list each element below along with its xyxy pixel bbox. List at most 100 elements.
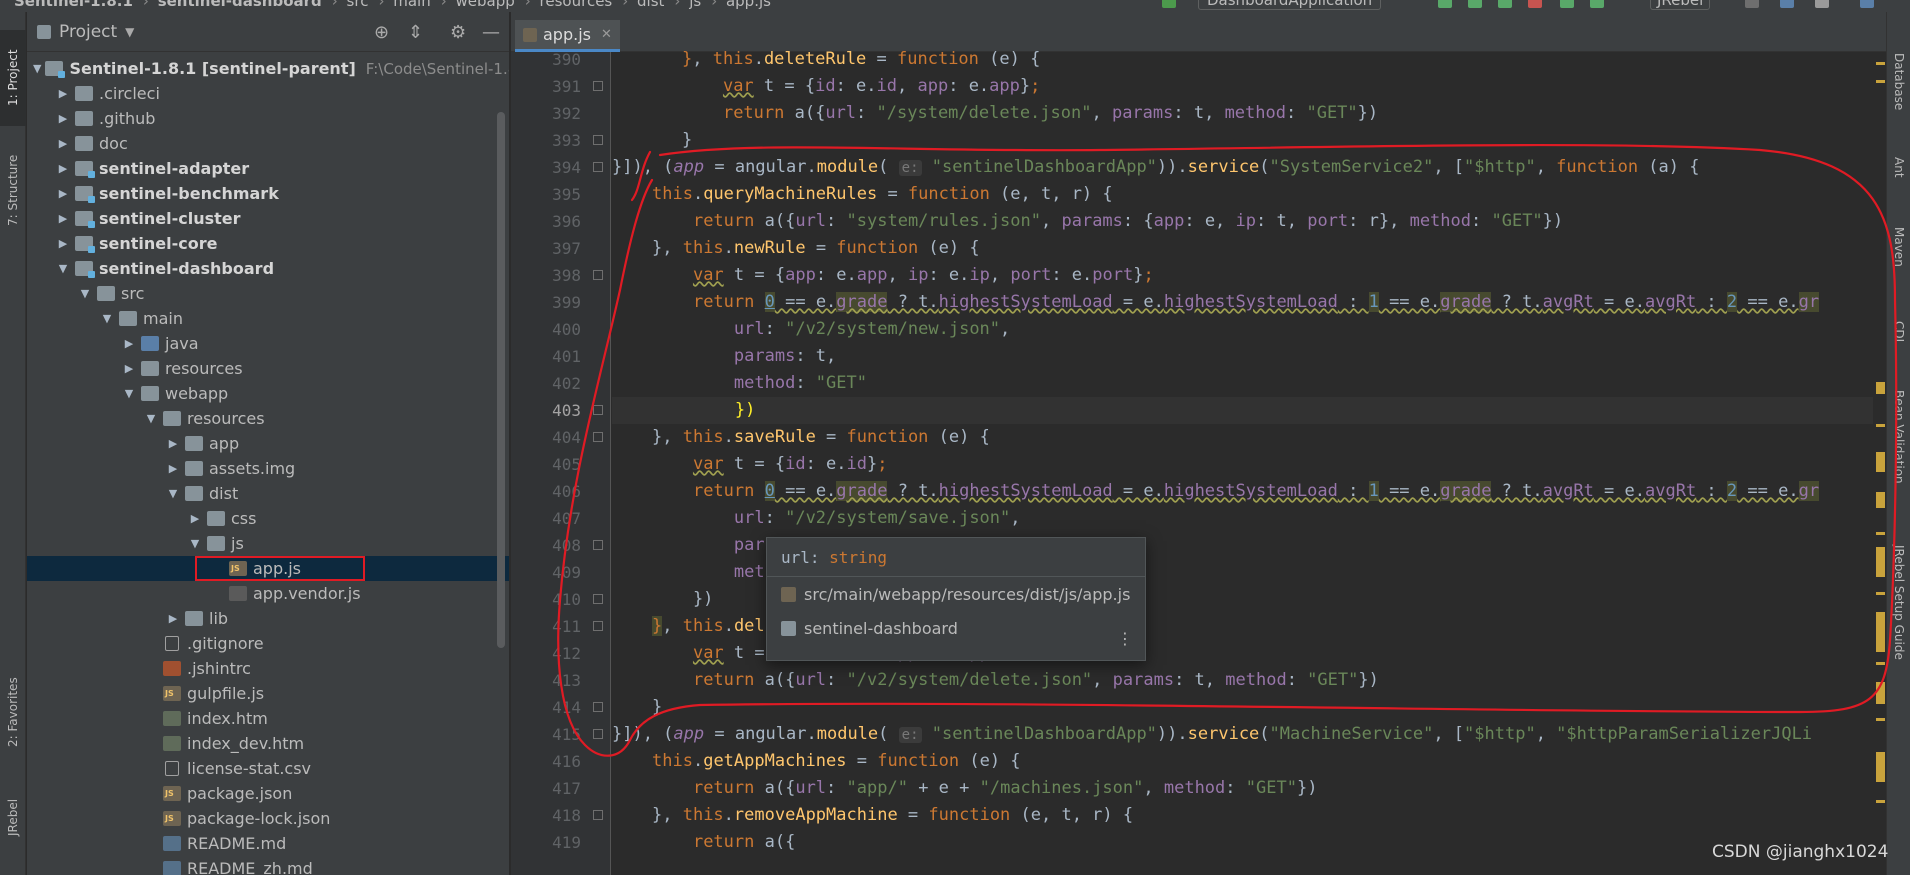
layout-icon[interactable] [1815,0,1829,8]
breadcrumb-item[interactable]: app.js [726,0,771,10]
tab-project-tool[interactable]: 1: Project [0,30,26,126]
tab-structure-tool[interactable]: 7: Structure [0,140,26,240]
tree-item[interactable]: .jshintrc [27,656,509,681]
gear-icon[interactable]: ⚙ [450,22,466,43]
chevron-right-icon[interactable]: ▶ [55,87,71,100]
fold-marker-icon[interactable] [593,729,603,739]
line-number[interactable]: 403 [511,397,581,424]
tree-item[interactable]: license-stat.csv [27,756,509,781]
tree-item[interactable]: ▶ java [27,331,509,356]
line-number[interactable]: 398 [511,262,581,289]
tree-scrollbar[interactable] [497,112,505,648]
tree-item[interactable]: README.md [27,831,509,856]
line-number[interactable]: 394 [511,154,581,181]
tab-maven-tool[interactable]: Maven [1887,217,1910,277]
tab-ant-tool[interactable]: Ant [1887,147,1910,187]
line-number[interactable]: 409 [511,559,581,586]
line-number[interactable]: 391 [511,73,581,100]
line-number[interactable]: 418 [511,802,581,829]
tree-item[interactable]: ▼ main [27,306,509,331]
line-number[interactable]: 396 [511,208,581,235]
hide-icon[interactable]: — [482,22,500,43]
tree-item[interactable]: .gitignore [27,631,509,656]
tree-item[interactable]: ▶ app [27,431,509,456]
tree-item[interactable]: ▶ .circleci [27,81,509,106]
chevron-down-icon[interactable]: ▼ [99,312,115,325]
line-number[interactable]: 401 [511,343,581,370]
jrebel-run-icon[interactable] [1560,0,1574,8]
chevron-right-icon[interactable]: ▶ [55,187,71,200]
breadcrumb-item[interactable]: dist [637,0,664,10]
breadcrumb-item[interactable]: src [347,0,369,10]
tree-item[interactable]: ▶ resources [27,356,509,381]
line-number[interactable]: 402 [511,370,581,397]
fold-marker-icon[interactable] [593,405,603,415]
line-number[interactable]: 416 [511,748,581,775]
stop-icon[interactable] [1745,0,1759,8]
chevron-right-icon[interactable]: ▶ [165,437,181,450]
line-number[interactable]: 417 [511,775,581,802]
tree-item[interactable]: gulpfile.js [27,681,509,706]
jrebel-debug-icon[interactable] [1590,0,1604,8]
line-number[interactable]: 412 [511,640,581,667]
tab-jrebel-setup-tool[interactable]: JRebel Setup Guide [1887,532,1910,672]
tree-item[interactable]: ▼ resources [27,406,509,431]
tree-item[interactable]: ▶ sentinel-adapter [27,156,509,181]
run-config-select[interactable]: DashboardApplication [1198,0,1382,10]
tree-item[interactable]: package-lock.json [27,806,509,831]
tree-item[interactable]: ▶ sentinel-core [27,231,509,256]
project-structure-icon[interactable] [1780,0,1794,8]
tree-item[interactable]: README_zh.md [27,856,509,875]
line-number[interactable]: 419 [511,829,581,856]
chevron-right-icon[interactable]: ▶ [55,112,71,125]
jrebel-select[interactable]: JRebel [1650,0,1711,10]
chevron-down-icon[interactable]: ▼ [187,537,203,550]
tree-item[interactable]: index.htm [27,706,509,731]
fold-marker-icon[interactable] [593,135,603,145]
line-number[interactable]: 411 [511,613,581,640]
tab-favorites-tool[interactable]: 2: Favorites [0,662,26,762]
tree-item[interactable]: ▼ js [27,531,509,556]
fold-marker-icon[interactable] [593,702,603,712]
breadcrumb-item[interactable]: Sentinel-1.8.1 [14,0,133,10]
tree-item[interactable]: ▼ Sentinel-1.8.1 [sentinel-parent] F:\Code… [27,56,509,81]
line-number[interactable]: 408 [511,532,581,559]
chevron-right-icon[interactable]: ▶ [165,612,181,625]
breadcrumb-item[interactable]: js [689,0,701,10]
line-number[interactable]: 407 [511,505,581,532]
chevron-down-icon[interactable]: ▼ [77,287,93,300]
chevron-right-icon[interactable]: ▶ [55,212,71,225]
error-stripe[interactable] [1873,52,1886,875]
tree-item[interactable]: ▶ doc [27,131,509,156]
line-number[interactable]: 415 [511,721,581,748]
chevron-down-icon[interactable]: ▼ [143,412,159,425]
tab-cdi-tool[interactable]: CDI [1887,312,1910,352]
tree-item[interactable]: ▶ css [27,506,509,531]
tree-item[interactable]: package.json [27,781,509,806]
chevron-right-icon[interactable]: ▶ [121,362,137,375]
popup-module-item[interactable]: sentinel-dashboard [767,611,1145,645]
tree-item[interactable]: ▼ dist [27,481,509,506]
tree-item[interactable]: ▼ sentinel-dashboard [27,256,509,281]
fold-marker-icon[interactable] [593,810,603,820]
line-number[interactable]: 410 [511,586,581,613]
chevron-right-icon[interactable]: ▶ [55,237,71,250]
tab-jrebel-tool[interactable]: JRebel [0,782,26,852]
code-area[interactable]: }, this.deleteRule = function (e) { var … [612,49,1886,875]
line-number[interactable]: 392 [511,100,581,127]
tree-item[interactable]: ▼ webapp [27,381,509,406]
fold-marker-icon[interactable] [593,594,603,604]
collapse-all-icon[interactable]: ⇕ [408,22,423,43]
debug-icon[interactable] [1468,0,1482,8]
breadcrumb-item[interactable]: resources [540,0,613,10]
tab-bean-validation-tool[interactable]: Bean Validation [1887,372,1910,502]
fold-marker-icon[interactable] [593,540,603,550]
line-number[interactable]: 399 [511,289,581,316]
coverage-icon[interactable] [1498,0,1512,8]
chevron-right-icon[interactable]: ▶ [165,462,181,475]
chevron-right-icon[interactable]: ▶ [187,512,203,525]
tree-item[interactable]: ▶ .github [27,106,509,131]
popup-file-item[interactable]: src/main/webapp/resources/dist/js/app.js [767,577,1145,611]
line-number[interactable]: 395 [511,181,581,208]
tree-item[interactable]: ▶ assets.img [27,456,509,481]
